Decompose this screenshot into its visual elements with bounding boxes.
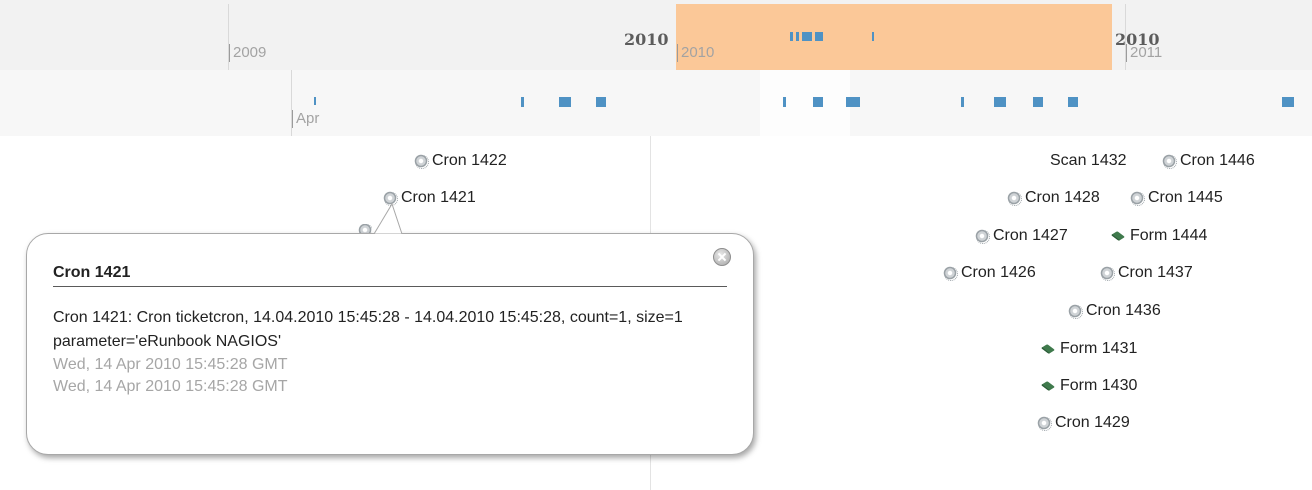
detail-event-marker[interactable] [783,97,786,107]
detail-highlight [760,70,850,136]
event-label: Cron 1429 [1055,414,1130,431]
gear-icon [1007,191,1022,206]
event-label: Cron 1446 [1180,152,1255,169]
detail-event-marker[interactable] [1068,97,1078,107]
event-form-1444[interactable]: Form 1444 [1110,225,1207,247]
detail-event-marker[interactable] [994,97,1006,107]
form-icon [1040,380,1056,392]
event-label: Cron 1427 [993,227,1068,244]
event-label: Cron 1436 [1086,302,1161,319]
event-label: Cron 1428 [1025,189,1100,206]
bubble-title: Cron 1421 [53,264,727,287]
visible-range-highlight[interactable] [676,4,1112,70]
event-cron-1446[interactable]: Cron 1446 [1162,150,1255,172]
event-info-bubble: Cron 1421 Cron 1421: Cron ticketcron, 14… [26,233,754,455]
event-cron-1429[interactable]: Cron 1429 [1037,412,1130,434]
event-label: Form 1444 [1130,227,1208,244]
event-label: Cron 1437 [1118,264,1193,281]
event-label: Scan 1432 [1050,152,1127,169]
bubble-description: Cron 1421: Cron ticketcron, 14.04.2010 1… [53,309,683,350]
event-label: Cron 1445 [1148,189,1223,206]
event-form-1431[interactable]: Form 1431 [1040,338,1137,360]
detail-event-marker[interactable] [961,97,964,107]
gear-icon [1162,154,1177,169]
timeline-overview-band[interactable]: 2009 2010 2011 2010 2010 [0,0,1312,70]
event-cron-1428[interactable]: Cron 1428 [1007,187,1100,209]
gear-icon [975,229,990,244]
month-tick-label: Apr [292,110,319,128]
event-cron-1426[interactable]: Cron 1426 [943,262,1036,284]
event-label: Form 1430 [1060,377,1138,394]
detail-event-marker[interactable] [596,97,606,107]
event-cron-1436[interactable]: Cron 1436 [1068,300,1161,322]
event-cron-1437[interactable]: Cron 1437 [1100,262,1193,284]
year-label-bold: 2010 [624,30,669,49]
form-icon [1110,230,1126,242]
event-label: Cron 1426 [961,264,1036,281]
timeline-detail-band[interactable]: Apr [0,70,1312,136]
event-cron-1422[interactable]: Cron 1422 [414,150,507,172]
event-label: Form 1431 [1060,340,1138,357]
detail-event-marker[interactable] [314,97,316,105]
year-label-bold: 2010 [1115,30,1160,49]
year-tick-label: 2010 [677,44,714,62]
detail-event-marker[interactable] [1282,97,1294,107]
detail-event-marker[interactable] [1033,97,1043,107]
event-cron-1445[interactable]: Cron 1445 [1130,187,1223,209]
gear-icon [414,154,429,169]
gear-icon [1037,416,1052,431]
overview-event-marker [790,32,793,41]
bubble-body: Cron 1421: Cron ticketcron, 14.04.2010 1… [53,306,733,398]
year-tick-label: 2009 [229,44,266,62]
detail-event-marker[interactable] [521,97,524,107]
overview-event-marker [872,32,874,41]
bubble-start-date: Wed, 14 Apr 2010 15:45:28 GMT [53,356,288,373]
event-cron-1427[interactable]: Cron 1427 [975,225,1068,247]
detail-event-marker[interactable] [846,97,860,107]
gear-icon [1100,266,1115,281]
bubble-end-date: Wed, 14 Apr 2010 15:45:28 GMT [53,378,288,395]
event-scan-1432[interactable]: Scan 1432 [1050,150,1127,172]
event-label: Cron 1422 [432,152,507,169]
event-form-1430[interactable]: Form 1430 [1040,375,1137,397]
detail-event-marker[interactable] [813,97,823,107]
form-icon [1040,343,1056,355]
gear-icon [943,266,958,281]
gear-icon [1130,191,1145,206]
detail-event-marker[interactable] [559,97,571,107]
overview-event-marker [815,32,823,41]
gear-icon [1068,304,1083,319]
overview-event-marker [802,32,812,41]
overview-event-marker [796,32,799,41]
